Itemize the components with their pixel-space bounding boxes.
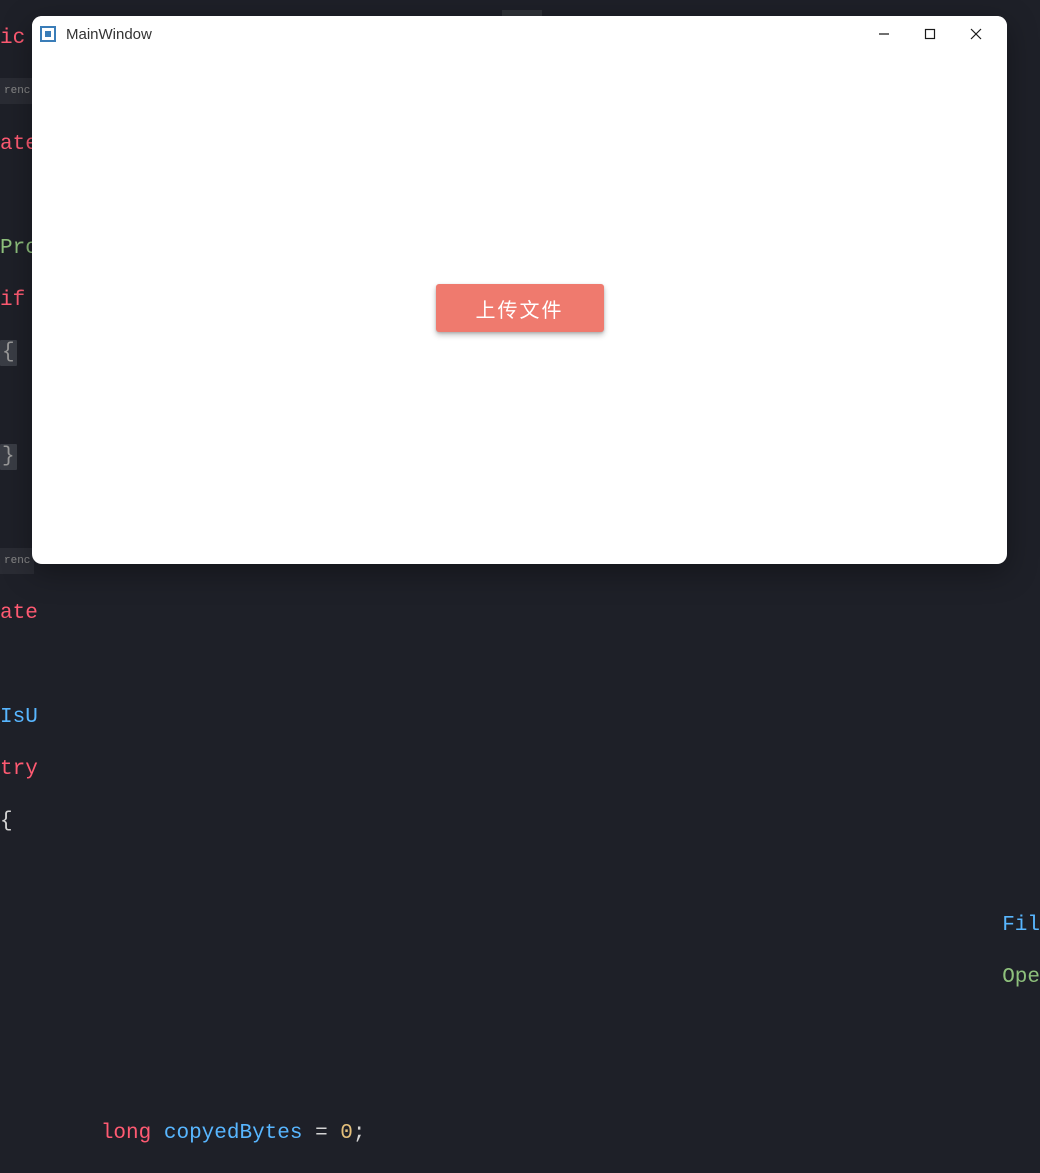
code-token xyxy=(151,1122,164,1145)
app-window: MainWindow 上传文件 xyxy=(32,16,1007,564)
code-token: copyedBytes xyxy=(164,1122,303,1145)
window-content-area: 上传文件 xyxy=(32,52,1007,564)
upload-file-button[interactable]: 上传文件 xyxy=(436,284,604,332)
code-token: IsU xyxy=(0,706,38,729)
window-controls xyxy=(861,18,999,50)
window-title: MainWindow xyxy=(66,26,861,43)
window-titlebar[interactable]: MainWindow xyxy=(32,16,1007,52)
minimize-icon xyxy=(878,28,890,40)
code-token: = xyxy=(302,1122,340,1145)
code-token: Fil xyxy=(1002,914,1040,937)
code-token: long xyxy=(101,1122,151,1145)
code-token: 0 xyxy=(340,1122,353,1145)
code-reference-badge: renc xyxy=(0,78,34,104)
code-token: if xyxy=(0,289,25,312)
maximize-icon xyxy=(924,28,936,40)
code-token: Ope xyxy=(1002,966,1040,989)
maximize-button[interactable] xyxy=(907,18,953,50)
code-brace: } xyxy=(0,444,17,470)
code-token: ate xyxy=(0,602,38,625)
code-token: ; xyxy=(353,1122,366,1145)
code-reference-badge: renc xyxy=(0,548,34,574)
minimize-button[interactable] xyxy=(861,18,907,50)
close-button[interactable] xyxy=(953,18,999,50)
window-app-icon xyxy=(40,26,56,42)
code-token: try xyxy=(0,758,38,781)
close-icon xyxy=(970,28,982,40)
code-brace: { xyxy=(0,340,17,366)
code-brace: { xyxy=(0,810,13,833)
